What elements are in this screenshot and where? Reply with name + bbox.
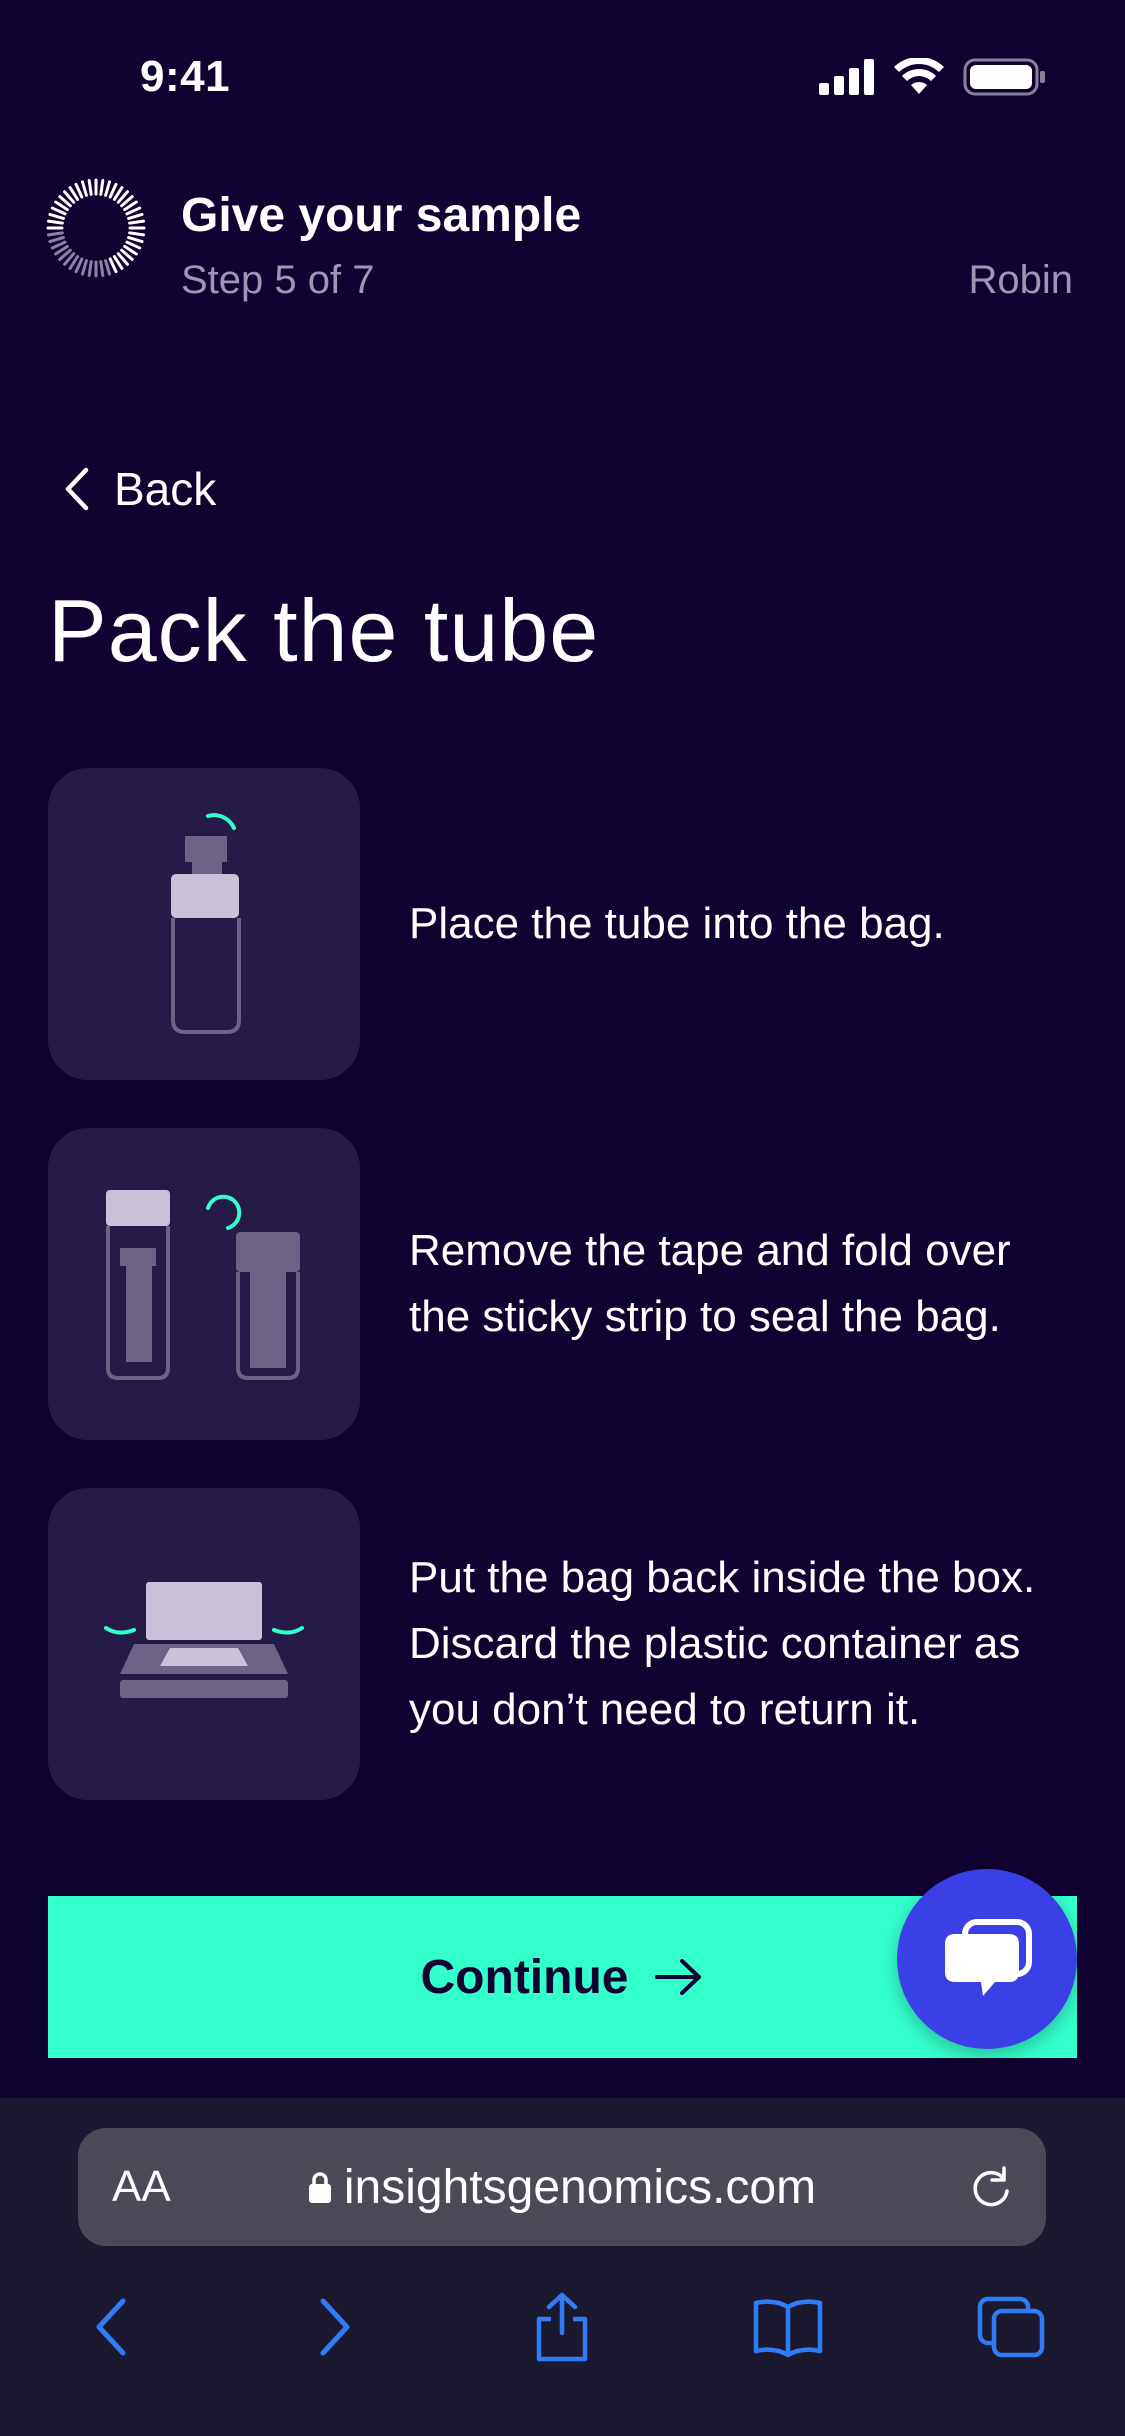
progress-tick — [87, 178, 93, 196]
progress-tick — [46, 231, 64, 237]
lock-icon — [308, 2172, 331, 2203]
progress-tick — [48, 236, 65, 244]
browser-forward-button[interactable] — [290, 2282, 380, 2372]
share-button[interactable] — [517, 2282, 607, 2372]
user-name: Robin — [968, 258, 1073, 302]
progress-tick — [125, 240, 142, 250]
progress-tick — [46, 219, 64, 225]
progress-tick — [125, 206, 142, 216]
seal-bag-illustration — [48, 1128, 360, 1440]
progress-tick — [108, 182, 118, 199]
progress-tick — [127, 236, 144, 244]
progress-tick — [50, 206, 67, 216]
book-icon — [753, 2299, 823, 2357]
back-button[interactable]: Back — [62, 462, 216, 516]
url-text: insightsgenomics.com — [343, 2160, 817, 2214]
tabs-button[interactable] — [966, 2282, 1056, 2372]
progress-tick — [80, 180, 88, 197]
progress-tick — [74, 182, 84, 199]
chat-button[interactable] — [897, 1869, 1077, 2049]
header-title: Give your sample — [181, 189, 582, 242]
progress-tick — [128, 231, 146, 237]
progress-tick — [127, 212, 144, 220]
continue-label: Continue — [420, 1950, 629, 2004]
instruction-step: Put the bag back inside the box. Discard… — [48, 1488, 1078, 1800]
progress-header: Give your sample Step 5 of 7 Robin — [0, 170, 1125, 320]
arrow-right-icon — [655, 1959, 702, 1995]
step-counter: Step 5 of 7 — [181, 258, 375, 302]
tube-in-bag-illustration — [48, 768, 360, 1080]
progress-tick — [104, 259, 112, 276]
instruction-list: Place the tube into the bag. Remove the … — [48, 768, 1078, 1848]
page-title: Pack the tube — [48, 581, 600, 680]
progress-tick — [108, 257, 118, 274]
progress-tick — [99, 178, 105, 196]
browser-back-button[interactable] — [66, 2282, 156, 2372]
chat-bubbles-icon — [945, 1919, 1032, 1996]
back-label: Back — [114, 463, 217, 515]
browser-forward-icon — [320, 2298, 350, 2356]
progress-tick — [99, 260, 105, 278]
progress-tick — [128, 219, 146, 225]
browser-toolbar — [0, 2282, 1125, 2392]
instruction-step: Place the tube into the bag. — [48, 768, 1078, 1080]
chevron-left-icon — [65, 467, 89, 511]
status-time: 9:41 — [140, 52, 231, 101]
step-text: Place the tube into the bag. — [409, 899, 945, 948]
step-text: Put the bag back inside the box. Discard… — [409, 1553, 1036, 1734]
progress-tick — [80, 259, 88, 276]
progress-ring-icon — [46, 178, 146, 278]
progress-tick — [87, 260, 93, 278]
status-icons — [819, 58, 1047, 96]
progress-tick — [104, 180, 112, 197]
bookmarks-button[interactable] — [743, 2282, 833, 2372]
cellular-signal-icon — [819, 59, 874, 95]
reload-icon[interactable] — [968, 2165, 1014, 2211]
battery-icon — [963, 58, 1045, 96]
url-display[interactable]: insightsgenomics.com — [78, 2128, 1046, 2246]
progress-tick — [74, 257, 84, 274]
progress-tick — [48, 212, 65, 220]
progress-tick — [50, 240, 67, 250]
wifi-icon — [894, 58, 944, 94]
browser-chrome: AA insightsgenomics.com — [0, 2098, 1125, 2436]
step-text: Remove the tape and fold over the sticky… — [409, 1226, 1011, 1341]
tabs-icon — [977, 2296, 1045, 2358]
browser-back-icon — [96, 2298, 126, 2356]
instruction-step: Remove the tape and fold over the sticky… — [48, 1128, 1078, 1440]
share-icon — [536, 2292, 588, 2362]
bag-in-box-illustration — [48, 1488, 360, 1800]
status-bar: 9:41 — [0, 0, 1125, 150]
address-bar[interactable]: AA insightsgenomics.com — [78, 2128, 1046, 2246]
